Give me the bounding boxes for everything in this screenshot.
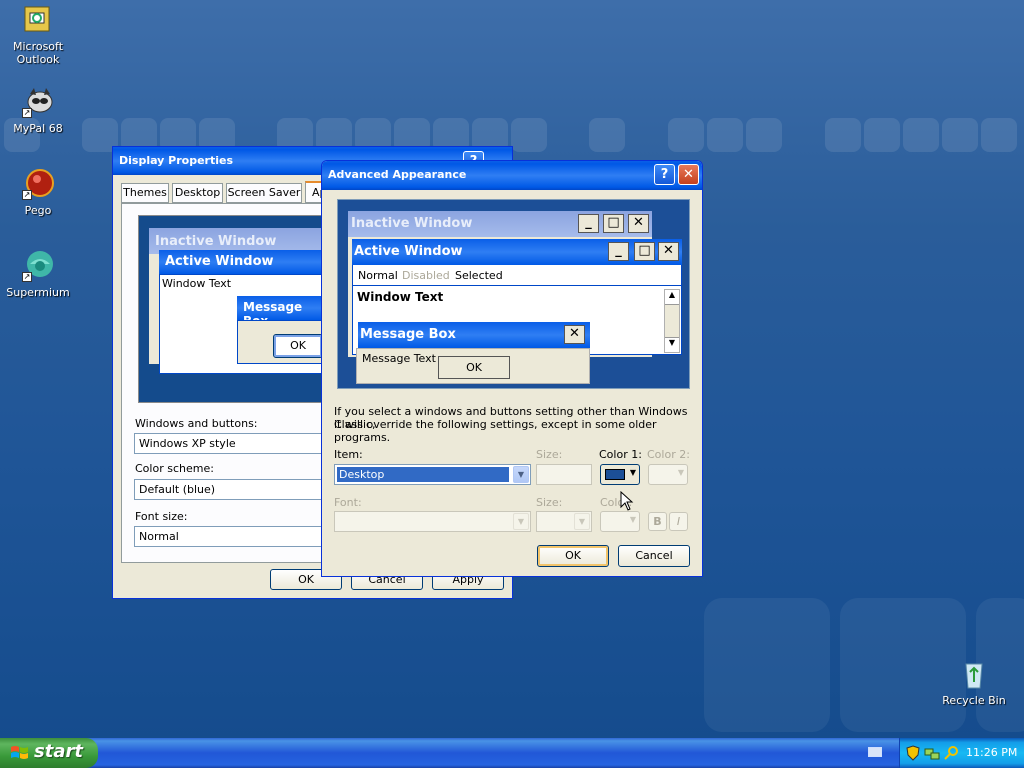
color2-picker[interactable]: ▼ (648, 464, 688, 485)
tab-themes[interactable]: Themes (121, 183, 169, 203)
font-color-picker[interactable]: ▼ (600, 511, 640, 532)
chevron-down-icon: ▼ (629, 468, 636, 477)
preview-message-box-title: Message Box (237, 296, 327, 328)
font-size-label: Size: (536, 496, 563, 509)
window-title: Display Properties (119, 154, 234, 167)
color1-label: Color 1: (599, 448, 642, 461)
adv-preview-active-title: Active Window (352, 239, 682, 265)
system-tray: 11:26 PM (899, 738, 1024, 768)
size-spinner[interactable] (536, 464, 592, 485)
start-button[interactable]: start (0, 738, 98, 768)
network-icon[interactable] (924, 745, 940, 761)
chevron-down-icon[interactable]: ▼ (513, 466, 529, 483)
desktop-icon-mypal[interactable]: ↗ MyPal 68 (2, 86, 74, 135)
preview-ok-button: OK (273, 334, 323, 358)
adv-preview-ok-button: OK (438, 356, 510, 379)
chevron-down-icon: ▼ (629, 515, 636, 524)
adv-preview-menu-selected: Selected (455, 269, 503, 282)
size-label: Size: (536, 448, 563, 461)
item-select[interactable]: Desktop ▼ (334, 464, 531, 485)
adv-preview-message-text: Message Text (362, 352, 436, 365)
windows-buttons-select[interactable]: Windows XP style (134, 433, 324, 454)
color1-picker[interactable]: ▼ (600, 464, 640, 485)
close-icon: ✕ (564, 325, 585, 344)
windows-logo-icon (11, 746, 28, 759)
keyboard-icon[interactable] (868, 747, 882, 757)
taskbar: start 11:26 PM (0, 738, 1024, 768)
desktop-icon-label: Supermium (6, 286, 70, 299)
adv-preview-message-box-title: Message Box (358, 322, 590, 348)
bold-button[interactable]: B (648, 512, 667, 531)
font-size-label: Font size: (135, 510, 188, 523)
item-label: Item: (334, 448, 363, 461)
maximize-icon: □ (634, 242, 655, 261)
adv-preview-menu-disabled: Disabled (402, 269, 450, 282)
start-label: start (34, 741, 83, 762)
close-icon: ✕ (658, 242, 679, 261)
font-select[interactable]: ▼ (334, 511, 531, 532)
desktop-icon-label: Microsoft Outlook (12, 40, 64, 66)
desktop-icon-pego[interactable]: ↗ Pego (2, 168, 74, 217)
tab-desktop[interactable]: Desktop (172, 183, 223, 203)
advanced-appearance-window: Advanced Appearance ? ✕ Inactive Window … (321, 160, 703, 577)
windows-buttons-label: Windows and buttons: (135, 417, 258, 430)
color-scheme-label: Color scheme: (135, 462, 214, 475)
color2-label: Color 2: (647, 448, 690, 461)
font-label: Font: (334, 496, 362, 509)
outlook-icon (22, 4, 54, 36)
font-size-select[interactable]: ▼ (536, 511, 592, 532)
close-icon[interactable]: ✕ (678, 164, 699, 185)
security-shield-icon[interactable] (906, 745, 920, 761)
color1-swatch (605, 469, 625, 480)
chevron-down-icon: ▼ (574, 513, 590, 530)
desktop-icon-label: MyPal 68 (13, 122, 63, 135)
desktop-icon-outlook[interactable]: Microsoft Outlook (2, 4, 74, 66)
search-icon[interactable] (944, 745, 960, 761)
adv-preview-menu-normal: Normal (358, 269, 398, 282)
advanced-ok-button[interactable]: OK (537, 545, 609, 567)
mypal-icon: ↗ (22, 86, 54, 118)
appearance-preview: Inactive Window Active Window Window Tex… (138, 215, 328, 403)
info-text-line2: it will override the following settings,… (334, 418, 657, 444)
recycle-bin-icon (958, 658, 990, 690)
mouse-cursor-icon (620, 491, 634, 511)
minimize-icon: _ (608, 242, 629, 261)
font-size-select[interactable]: Normal (134, 526, 324, 547)
preview-scrollbar: ▲ ▼ (664, 289, 680, 353)
tab-screen-saver[interactable]: Screen Saver (226, 183, 302, 203)
chevron-down-icon: ▼ (513, 513, 529, 530)
advanced-cancel-button[interactable]: Cancel (618, 545, 690, 567)
color-scheme-select[interactable]: Default (blue) (134, 479, 324, 500)
advanced-preview: Inactive Window _ □ ✕ Active Window _ □ … (337, 199, 690, 389)
advanced-appearance-titlebar[interactable]: Advanced Appearance ? ✕ (322, 161, 702, 190)
minimize-icon: _ (578, 214, 599, 233)
desktop-icon-recycle-bin[interactable]: Recycle Bin (938, 658, 1010, 707)
italic-button[interactable]: I (669, 512, 688, 531)
pego-icon: ↗ (22, 168, 54, 200)
chevron-down-icon: ▼ (677, 468, 684, 477)
clock[interactable]: 11:26 PM (966, 746, 1017, 759)
desktop-icon-label: Pego (24, 204, 52, 217)
window-title: Advanced Appearance (328, 168, 467, 181)
preview-active-title: Active Window (159, 250, 327, 274)
supermium-icon: ↗ (22, 250, 54, 282)
desktop-icon-supermium[interactable]: ↗ Supermium (2, 250, 74, 299)
desktop-icon-label: Recycle Bin (942, 694, 1006, 707)
close-icon: ✕ (628, 214, 649, 233)
help-icon[interactable]: ? (654, 164, 675, 185)
maximize-icon: □ (603, 214, 624, 233)
